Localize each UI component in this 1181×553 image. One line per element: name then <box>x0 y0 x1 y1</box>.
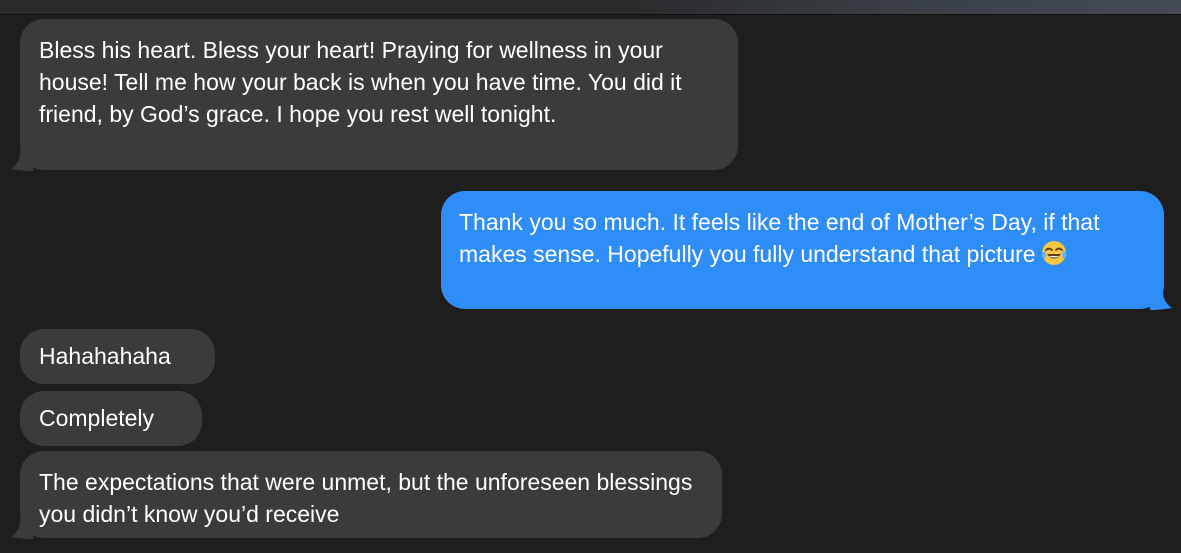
incoming-bubble-tail <box>11 153 33 171</box>
face-with-tears-of-joy-icon <box>1041 241 1066 265</box>
message-text: Thank you so much. It feels like the end… <box>459 209 1100 267</box>
message-bubble-incoming[interactable]: Bless his heart. Bless your heart! Prayi… <box>20 19 738 170</box>
message-bubble-outgoing[interactable]: Thank you so much. It feels like the end… <box>441 191 1164 309</box>
incoming-bubble-tail <box>11 521 33 539</box>
message-bubble-incoming[interactable]: Completely <box>20 391 202 446</box>
outgoing-bubble-tail <box>1150 292 1172 310</box>
top-bar-highlight <box>621 0 1181 14</box>
message-text: Hahahahaha <box>39 343 171 369</box>
message-bubble-incoming[interactable]: Hahahahaha <box>20 329 215 384</box>
message-thread[interactable]: Bless his heart. Bless your heart! Prayi… <box>0 15 1181 553</box>
message-text: Completely <box>39 405 155 431</box>
window-top-bar <box>0 0 1181 15</box>
message-bubble-incoming[interactable]: The expectations that were unmet, but th… <box>20 451 722 538</box>
message-text: Bless his heart. Bless your heart! Prayi… <box>39 37 682 127</box>
message-text: The expectations that were unmet, but th… <box>39 469 693 527</box>
